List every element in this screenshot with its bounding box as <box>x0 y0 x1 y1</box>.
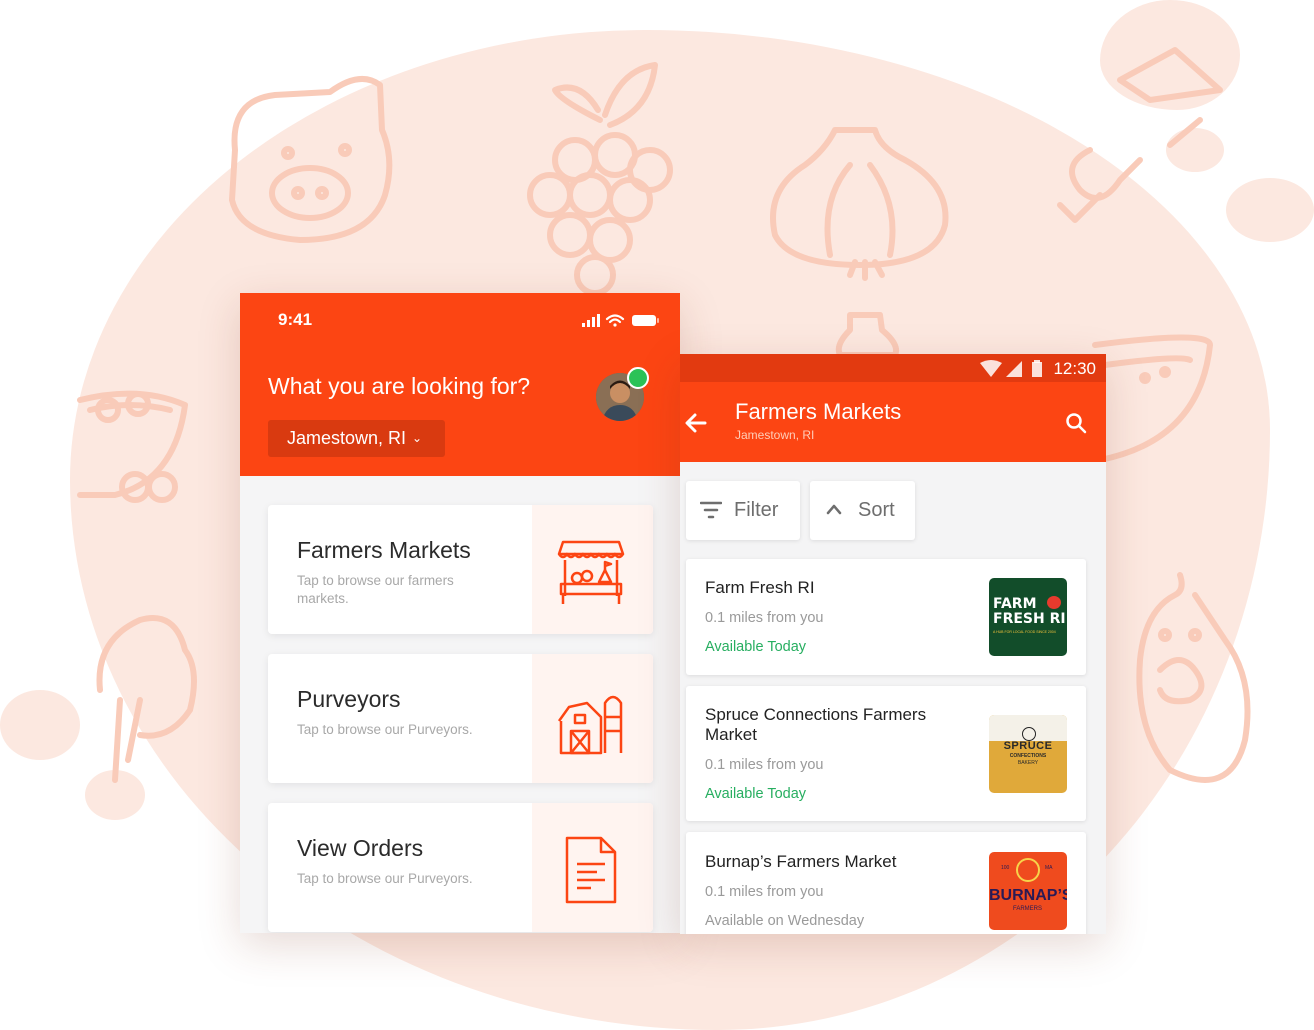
category-icon-box <box>532 654 653 783</box>
category-card-farmers-markets[interactable]: Farmers Markets Tap to browse our farmer… <box>268 505 653 634</box>
market-availability: Available on Wednesday <box>705 913 865 929</box>
pig-icon <box>229 75 393 243</box>
bottle-icon <box>835 312 900 358</box>
android-phone-screen: 12:30 Farmers Markets Jamestown, RI Filt… <box>680 354 1106 934</box>
status-icons <box>582 313 662 334</box>
screen-subtitle: Jamestown, RI <box>735 428 815 442</box>
status-clock: 12:30 <box>1053 359 1096 378</box>
carrot-icon <box>1057 47 1223 223</box>
category-icon-box <box>532 505 653 634</box>
category-card-purveyors[interactable]: Purveyors Tap to browse our Purveyors. <box>268 654 653 783</box>
category-description: Tap to browse our farmers markets. <box>297 573 454 606</box>
market-card[interactable]: Farm Fresh RI 0.1 miles from you Availab… <box>686 559 1086 675</box>
category-description: Tap to browse our Purveyors. <box>297 722 473 737</box>
broccoli-icon <box>96 615 197 783</box>
wifi-icon <box>605 314 625 327</box>
search-icon[interactable] <box>1065 412 1087 434</box>
header-title: What you are looking for? <box>268 373 531 399</box>
market-card[interactable]: Spruce Connections Farmers Market 0.1 mi… <box>686 686 1086 821</box>
sort-button[interactable]: Sort <box>810 481 915 540</box>
market-name: Burnap’s Farmers Market <box>705 852 897 871</box>
screen-title: Farmers Markets <box>735 399 902 424</box>
chevron-down-icon: ⌄ <box>412 431 423 445</box>
wifi-icon <box>980 360 1002 377</box>
android-status-bar: 12:30 <box>680 354 1106 382</box>
document-icon <box>565 836 617 904</box>
market-distance: 0.1 miles from you <box>705 610 824 626</box>
market-stall-icon <box>557 540 625 604</box>
farm-fresh-logo: FARM FRESH RI A HUB FOR LOCAL FOOD SINCE… <box>989 578 1067 656</box>
category-title: Purveyors <box>297 686 401 712</box>
android-app-bar: Farmers Markets Jamestown, RI <box>680 382 1106 462</box>
battery-icon <box>1032 362 1042 377</box>
pear-duck-icon <box>1136 572 1251 783</box>
watermelon-icon <box>1092 334 1213 463</box>
category-description: Tap to browse our Purveyors. <box>297 871 473 886</box>
cellular-signal-icon <box>1006 361 1022 377</box>
garlic-icon <box>770 127 949 281</box>
filter-label: Filter <box>734 499 779 521</box>
chevron-up-icon <box>826 504 842 515</box>
category-card-view-orders[interactable]: View Orders Tap to browse our Purveyors. <box>268 803 653 932</box>
location-label: Jamestown, RI <box>287 428 407 448</box>
ios-phone-screen: 9:41 What you are looking for? Jamestown… <box>240 293 680 933</box>
category-title: Farmers Markets <box>297 537 471 563</box>
market-availability: Available Today <box>705 786 807 802</box>
barn-icon <box>557 695 623 755</box>
back-arrow-icon[interactable] <box>685 412 707 434</box>
bowl-icon <box>77 390 188 503</box>
online-status-dot <box>627 367 649 389</box>
filter-icon <box>700 501 722 519</box>
market-card[interactable]: Burnap’s Farmers Market 0.1 miles from y… <box>686 832 1086 934</box>
battery-icon <box>632 315 659 326</box>
location-dropdown[interactable]: Jamestown, RI ⌄ <box>268 420 445 457</box>
market-distance: 0.1 miles from you <box>705 884 824 900</box>
market-name: Spruce Connections Farmers Market <box>705 705 927 744</box>
filter-button[interactable]: Filter <box>686 481 800 540</box>
cellular-signal-icon <box>582 314 600 327</box>
market-distance: 0.1 miles from you <box>705 757 824 773</box>
market-name: Farm Fresh RI <box>705 578 815 597</box>
ios-header: 9:41 What you are looking for? Jamestown… <box>240 293 680 476</box>
spruce-logo: SPRUCE CONFECTIONS BAKERY <box>989 715 1067 793</box>
category-title: View Orders <box>297 835 424 861</box>
status-time: 9:41 <box>278 310 313 329</box>
market-availability: Available Today <box>705 639 807 655</box>
sort-label: Sort <box>858 499 895 521</box>
category-icon-box <box>532 803 653 932</box>
grapes-icon <box>527 62 673 296</box>
burnaps-logo: 100 MA BURNAP’S FARMERS <box>989 852 1067 930</box>
